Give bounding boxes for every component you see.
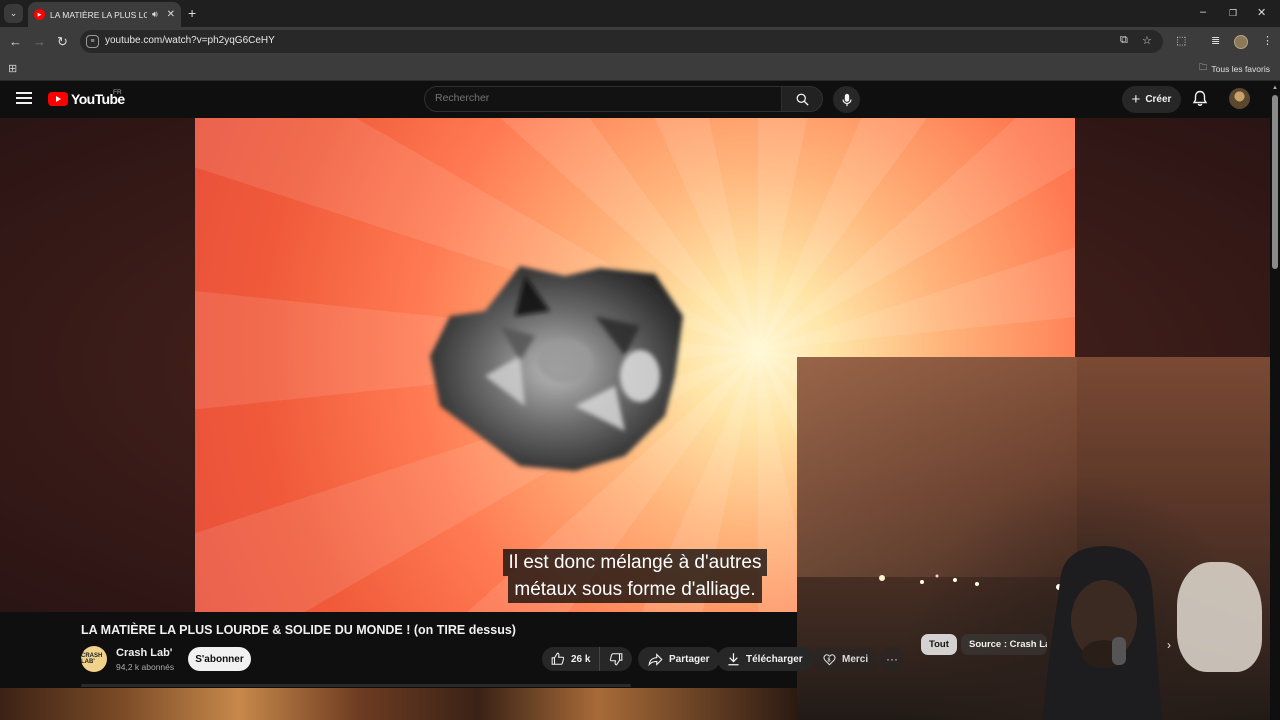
thumbs-down-icon bbox=[609, 653, 623, 666]
search-box[interactable] bbox=[424, 86, 782, 112]
more-actions-button[interactable]: ··· bbox=[880, 647, 904, 671]
all-bookmarks-folder[interactable]: 🗀 Tous les favoris bbox=[1199, 62, 1270, 76]
voice-search-button[interactable] bbox=[833, 86, 860, 113]
youtube-masthead: YouTube FR + Créer bbox=[0, 81, 1270, 118]
browser-tab-strip: ⌄ ▶ LA MATIÈRE LA PLUS LOURDE & SOLIDE D… bbox=[0, 0, 1280, 27]
channel-avatar[interactable]: CRASH LAB' bbox=[81, 646, 107, 672]
download-button[interactable]: Télécharger bbox=[717, 647, 813, 671]
back-icon[interactable]: ← bbox=[9, 34, 22, 49]
plus-icon: + bbox=[1131, 91, 1141, 108]
account-avatar[interactable] bbox=[1229, 88, 1250, 109]
description-preview-thumbnail bbox=[0, 688, 797, 720]
search-button[interactable] bbox=[781, 86, 823, 112]
browser-profile-avatar[interactable] bbox=[1234, 35, 1248, 49]
video-title: LA MATIÈRE LA PLUS LOURDE & SOLIDE DU MO… bbox=[81, 623, 516, 637]
all-bookmarks-label: Tous les favoris bbox=[1211, 64, 1270, 74]
chip-all[interactable]: Tout bbox=[921, 634, 957, 655]
speaker-icon[interactable]: 🔊︎ bbox=[152, 9, 158, 20]
share-label: Partager bbox=[669, 653, 710, 665]
extensions-icon[interactable]: ⬚ bbox=[1176, 34, 1186, 47]
minimize-icon[interactable]: – bbox=[1200, 6, 1206, 18]
download-icon bbox=[728, 653, 739, 666]
description-divider bbox=[81, 684, 631, 687]
folder-icon: 🗀 bbox=[1198, 62, 1208, 72]
browser-tab-active[interactable]: ▶ LA MATIÈRE LA PLUS LOURDE & SOLIDE DU … bbox=[28, 2, 181, 27]
scrollbar-thumb[interactable] bbox=[1272, 95, 1278, 269]
bookmarks-bar: ⊞ 🗀 Tous les favoris bbox=[0, 57, 1280, 81]
video-info-panel: LA MATIÈRE LA PLUS LOURDE & SOLIDE DU MO… bbox=[0, 612, 813, 688]
chip-source[interactable]: Source : Crash Lab' bbox=[961, 634, 1047, 655]
webcam-background bbox=[797, 357, 1077, 577]
window-close-icon[interactable]: ✕ bbox=[1257, 6, 1266, 19]
microphone-icon bbox=[841, 93, 852, 106]
tab-close-icon[interactable]: ✕ bbox=[167, 9, 175, 20]
channel-name[interactable]: Crash Lab' bbox=[116, 647, 172, 659]
media-controls-icon[interactable]: ≣ bbox=[1211, 34, 1220, 47]
site-info-icon[interactable]: ≡ bbox=[86, 35, 99, 48]
super-thanks-icon: $ bbox=[823, 653, 836, 665]
chevron-right-icon[interactable]: › bbox=[1167, 638, 1171, 652]
like-dislike-group: 26 k bbox=[542, 647, 632, 671]
search-input[interactable] bbox=[435, 92, 765, 104]
forward-icon[interactable]: → bbox=[33, 34, 46, 49]
restore-icon[interactable]: ❐ bbox=[1229, 8, 1237, 19]
install-app-icon[interactable]: ⧉ bbox=[1120, 34, 1128, 47]
create-label: Créer bbox=[1145, 94, 1172, 105]
reload-icon[interactable]: ↻ bbox=[57, 34, 68, 50]
browser-toolbar: ← → ↻ ≡ youtube.com/watch?v=ph2yqG6CeHY … bbox=[0, 27, 1280, 57]
tab-search-icon[interactable]: ⌄ bbox=[4, 4, 23, 23]
page-scrollbar[interactable]: ▲ bbox=[1270, 81, 1280, 720]
caption-line-2: métaux sous forme d'alliage. bbox=[508, 576, 762, 603]
address-bar[interactable]: ≡ youtube.com/watch?v=ph2yqG6CeHY ⧉ ☆ bbox=[80, 30, 1163, 53]
metal-nugget-image bbox=[430, 266, 683, 471]
guide-menu-icon[interactable] bbox=[16, 92, 32, 104]
scroll-up-arrow-icon[interactable]: ▲ bbox=[1272, 85, 1278, 91]
tab-title: LA MATIÈRE LA PLUS LOURDE & SOLIDE DU MO… bbox=[50, 9, 147, 20]
share-button[interactable]: Partager bbox=[638, 647, 720, 671]
search-icon bbox=[796, 93, 809, 106]
share-icon bbox=[648, 652, 663, 666]
svg-text:$: $ bbox=[828, 657, 831, 663]
apps-grid-icon[interactable]: ⊞ bbox=[8, 62, 17, 75]
like-count: 26 k bbox=[571, 653, 591, 665]
thumbs-up-icon bbox=[551, 652, 565, 665]
url-text[interactable]: youtube.com/watch?v=ph2yqG6CeHY bbox=[105, 35, 275, 46]
browser-menu-icon[interactable]: ⋮ bbox=[1262, 34, 1273, 47]
create-button[interactable]: + Créer bbox=[1122, 86, 1181, 113]
dislike-button[interactable] bbox=[600, 647, 632, 671]
bookmark-star-icon[interactable]: ☆ bbox=[1142, 34, 1152, 47]
subscribe-button[interactable]: S'abonner bbox=[188, 647, 251, 671]
download-label: Télécharger bbox=[746, 653, 803, 665]
caption-line-1: Il est donc mélangé à d'autres bbox=[502, 549, 768, 576]
youtube-play-logo-icon bbox=[48, 92, 68, 106]
video-captions: Il est donc mélangé à d'autres métaux so… bbox=[0, 549, 1270, 603]
notifications-bell-icon[interactable] bbox=[1192, 90, 1208, 112]
subscriber-count: 94,2 k abonnés bbox=[116, 662, 175, 672]
like-button[interactable]: 26 k bbox=[542, 647, 600, 671]
thanks-label: Merci bbox=[842, 653, 869, 665]
country-code: FR bbox=[113, 89, 122, 96]
thanks-button[interactable]: $ Merci bbox=[813, 647, 879, 671]
new-tab-icon[interactable]: + bbox=[188, 5, 196, 21]
channel-avatar-text: CRASH LAB' bbox=[81, 653, 103, 665]
youtube-favicon-icon: ▶ bbox=[34, 9, 45, 20]
more-actions-label: ··· bbox=[886, 652, 898, 666]
